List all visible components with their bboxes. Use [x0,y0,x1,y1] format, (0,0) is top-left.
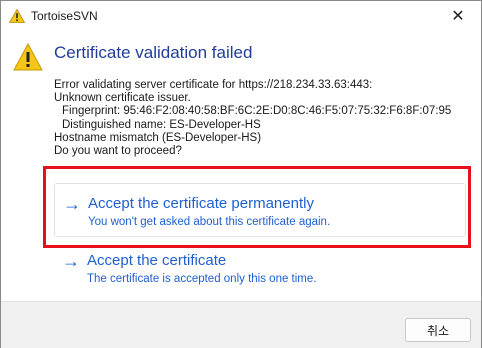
command-description: The certificate is accepted only this on… [87,273,317,285]
dialog-heading: Certificate validation failed [54,43,253,62]
cancel-button[interactable]: 취소 [405,318,471,342]
warning-icon [13,43,43,71]
arrow-right-icon: → [63,194,81,214]
distinguished-name-line: Distinguished name: ES-Developer-HS [62,118,261,131]
question-line: Do you want to proceed? [54,145,182,158]
dialog-window: TortoiseSVN ✕ Certificate validation fai… [0,0,482,348]
message-line: Unknown certificate issuer. [54,92,191,105]
dialog-footer: 취소 [1,301,481,348]
command-title: Accept the certificate [87,252,227,269]
title-bar: TortoiseSVN ✕ [1,1,481,31]
window-title: TortoiseSVN [31,9,98,23]
command-description: You won't get asked about this certifica… [88,216,331,228]
warning-icon [9,9,25,23]
close-icon: ✕ [451,8,465,25]
accept-permanently-button[interactable]: → Accept the certificate permanently You… [54,183,466,237]
message-body: Error validating server certificate for … [54,79,451,158]
close-button[interactable]: ✕ [435,1,481,31]
message-line: Error validating server certificate for … [54,79,373,91]
accept-once-button[interactable]: → Accept the certificate The certificate… [54,249,466,291]
fingerprint-line: Fingerprint: 95:46:F2:08:40:58:BF:6C:2E:… [62,105,452,118]
command-title: Accept the certificate permanently [88,195,314,212]
arrow-right-icon: → [62,251,80,271]
hostname-line: Hostname mismatch (ES-Developer-HS) [54,131,262,144]
